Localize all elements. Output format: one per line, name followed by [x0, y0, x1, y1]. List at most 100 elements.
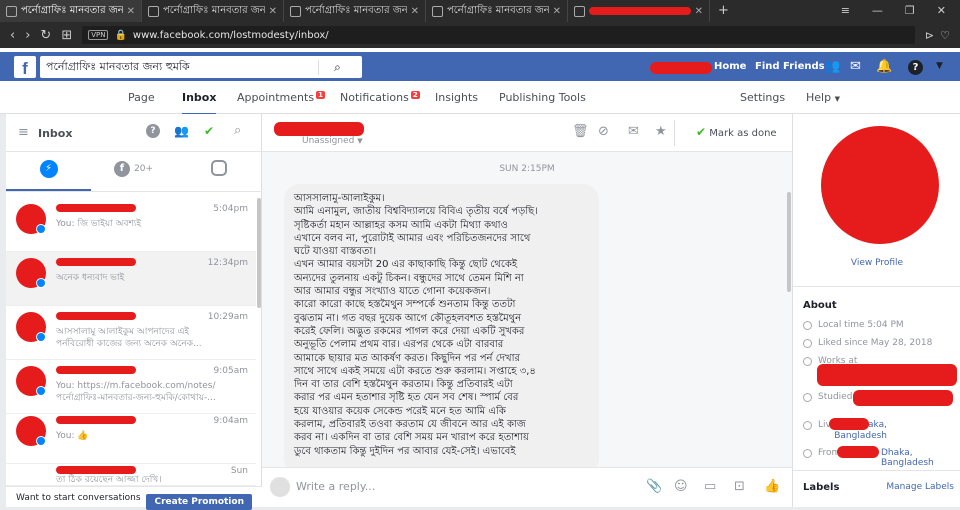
lock-icon: 🔒: [114, 29, 127, 41]
reload-icon[interactable]: ↻: [40, 28, 51, 43]
tab-notifications-label: Notifications: [340, 91, 409, 104]
saved-replies-icon[interactable]: ⊡: [734, 479, 745, 494]
location-pin-icon: [803, 449, 812, 458]
search-input[interactable]: পর্নোগ্রাফিঃ মানবতার জন্য হুমকি ⌕: [40, 56, 362, 78]
done-chat-icon[interactable]: ✔: [204, 124, 214, 138]
maximize-icon[interactable]: ❐: [905, 0, 915, 22]
gif-icon[interactable]: ▭: [704, 479, 716, 494]
mark-as-done-button[interactable]: ✔ Mark as done: [696, 125, 777, 139]
inbox-panel: ≡ Inbox ? 👥 ✔ ⌕ ⚡ f 20+ 5:04pm You: জি ভ…: [6, 114, 262, 510]
url-field[interactable]: VPN 🔒 www.facebook.com/lostmodesty/inbox…: [82, 26, 915, 44]
tab-publishing-tools[interactable]: Publishing Tools: [499, 91, 586, 104]
assignment-status: Unassigned: [302, 136, 355, 146]
back-icon[interactable]: ‹: [10, 28, 15, 43]
message-timestamp: SUN 2:15PM: [499, 164, 555, 174]
minimize-icon[interactable]: —: [872, 0, 883, 22]
people-icon[interactable]: 👥: [174, 124, 189, 138]
create-promotion-button[interactable]: Create Promotion: [146, 494, 252, 510]
spam-icon[interactable]: ⊘: [598, 124, 609, 139]
conversation-list-item[interactable]: 9:04am You: 👍: [6, 410, 256, 464]
browser-tab-label: পর্নোগ্রাফিঃ মানবতার জন্য: [163, 4, 265, 16]
home-icon: [803, 421, 812, 430]
close-window-icon[interactable]: ✕: [937, 0, 946, 22]
redacted-lives-in: [829, 418, 869, 430]
messenger-filter[interactable]: ⚡: [6, 160, 91, 191]
redacted-contact-name: [56, 204, 136, 212]
reply-input[interactable]: Write a reply...: [296, 480, 375, 493]
from-value[interactable]: Dhaka, Bangladesh: [881, 448, 960, 468]
close-tab-icon[interactable]: ✕: [695, 6, 703, 17]
conversation-list-item[interactable]: 12:34pm অনেক ধন্যবাদ ভাই: [6, 252, 256, 306]
heart-icon[interactable]: ♡: [940, 29, 950, 42]
facebook-filter[interactable]: f 20+: [91, 160, 176, 177]
redacted-profile-name: [650, 62, 712, 74]
forward-icon[interactable]: ›: [25, 28, 30, 43]
home-link[interactable]: Home: [714, 61, 746, 72]
browser-tab[interactable]: পর্নোগ্রাফিঃ মানবতার জন্য ✕: [0, 0, 142, 22]
browser-tab[interactable]: ✕: [568, 0, 710, 22]
send-icon[interactable]: ⊳: [925, 29, 934, 42]
help-icon[interactable]: ?: [908, 60, 923, 75]
thread-scrollbar[interactable]: [787, 192, 791, 292]
follow-up-star-icon[interactable]: ★: [655, 124, 667, 139]
conversation-snippet: অনেক ধন্যবাদ ভাই: [56, 273, 125, 283]
redacted-contact-name: [56, 466, 136, 474]
mark-unread-icon[interactable]: ✉: [628, 124, 639, 139]
assignment-dropdown[interactable]: Unassigned ▼: [302, 136, 363, 146]
browser-tab[interactable]: পর্নোগ্রাফিঃ মানবতার জন্য ✕: [142, 0, 284, 22]
tab-settings[interactable]: Settings: [740, 91, 785, 104]
trash-icon[interactable]: 🗑: [572, 124, 589, 139]
window-controls: ≡ — ❐ ✕: [841, 0, 960, 22]
page-favicon-icon: [6, 5, 17, 17]
redacted-contact-name: [56, 366, 136, 374]
conversation-time: 9:04am: [213, 416, 249, 426]
tab-insights[interactable]: Insights: [435, 91, 478, 104]
profile-panel: View Profile About Local time 5:04 PM Li…: [792, 114, 960, 507]
about-title: About: [803, 300, 837, 311]
facebook-circle-icon: f: [113, 161, 130, 177]
conversation-list-item[interactable]: 5:04pm You: জি ভাইয়া অবশ্যই: [6, 198, 256, 252]
facebook-logo-icon[interactable]: f: [14, 56, 36, 78]
new-tab-button[interactable]: +: [710, 0, 737, 22]
tab-inbox[interactable]: Inbox: [182, 91, 217, 115]
close-tab-icon[interactable]: ✕: [411, 6, 419, 17]
local-time-row: Local time 5:04 PM: [803, 320, 958, 330]
tab-notifications[interactable]: Notifications 2: [340, 91, 420, 104]
messenger-icon[interactable]: ✉: [850, 59, 861, 74]
page-favicon-icon: [574, 5, 585, 17]
friend-requests-icon[interactable]: 👥: [824, 59, 840, 74]
appointments-badge: 1: [316, 91, 325, 99]
browser-tab[interactable]: পর্নোগ্রাফিঃ মানবতার জন্য ✕: [284, 0, 426, 22]
close-tab-icon[interactable]: ✕: [127, 6, 135, 17]
browser-tab[interactable]: পর্নোগ্রাফিঃ মানবতার জন্য ✕: [426, 0, 568, 22]
emoji-icon[interactable]: ☺: [674, 479, 688, 494]
attachment-icon[interactable]: 📎: [646, 479, 662, 494]
speed-dial-icon[interactable]: ⊞: [61, 28, 72, 43]
manage-labels-link[interactable]: Manage Labels: [886, 482, 954, 492]
notifications-bell-icon[interactable]: 🔔: [876, 59, 892, 74]
account-menu-chevron-icon[interactable]: ▼: [936, 61, 943, 71]
search-icon[interactable]: ⌕: [318, 59, 356, 75]
address-bar: ‹ › ↻ ⊞ VPN 🔒 www.facebook.com/lostmodes…: [0, 22, 960, 48]
instagram-filter[interactable]: [176, 160, 261, 180]
view-profile-link[interactable]: View Profile: [793, 258, 960, 268]
vpn-badge[interactable]: VPN: [88, 30, 109, 40]
help-icon[interactable]: ?: [146, 124, 160, 138]
conversation-snippet: You: 👍: [56, 431, 89, 441]
close-tab-icon[interactable]: ✕: [553, 6, 561, 17]
conversation-list-item[interactable]: 10:29am আসসালামু আলাইকুম আপনাদের এই পর্ন…: [6, 306, 256, 360]
page-favicon-icon: [290, 5, 301, 17]
menu-icon[interactable]: ≡: [18, 125, 29, 140]
close-tab-icon[interactable]: ✕: [269, 6, 277, 17]
find-friends-link[interactable]: Find Friends: [755, 61, 825, 72]
chevron-down-icon: ▼: [357, 137, 363, 145]
thumbs-up-icon[interactable]: 👍: [764, 479, 780, 494]
tab-page[interactable]: Page: [128, 91, 155, 104]
conversation-list-item[interactable]: 9:05am You: https://m.facebook.com/notes…: [6, 360, 256, 414]
inbox-scrollbar[interactable]: [257, 198, 261, 308]
tab-appointments[interactable]: Appointments 1: [237, 91, 325, 104]
tab-help[interactable]: Help ▼: [806, 91, 840, 104]
search-icon[interactable]: ⌕: [234, 123, 241, 138]
tab-list-icon[interactable]: ≡: [841, 0, 850, 22]
conversation-list-item[interactable]: Sun তা ঠিক রয়েছেন আজ্জা দেখি।: [6, 460, 256, 486]
